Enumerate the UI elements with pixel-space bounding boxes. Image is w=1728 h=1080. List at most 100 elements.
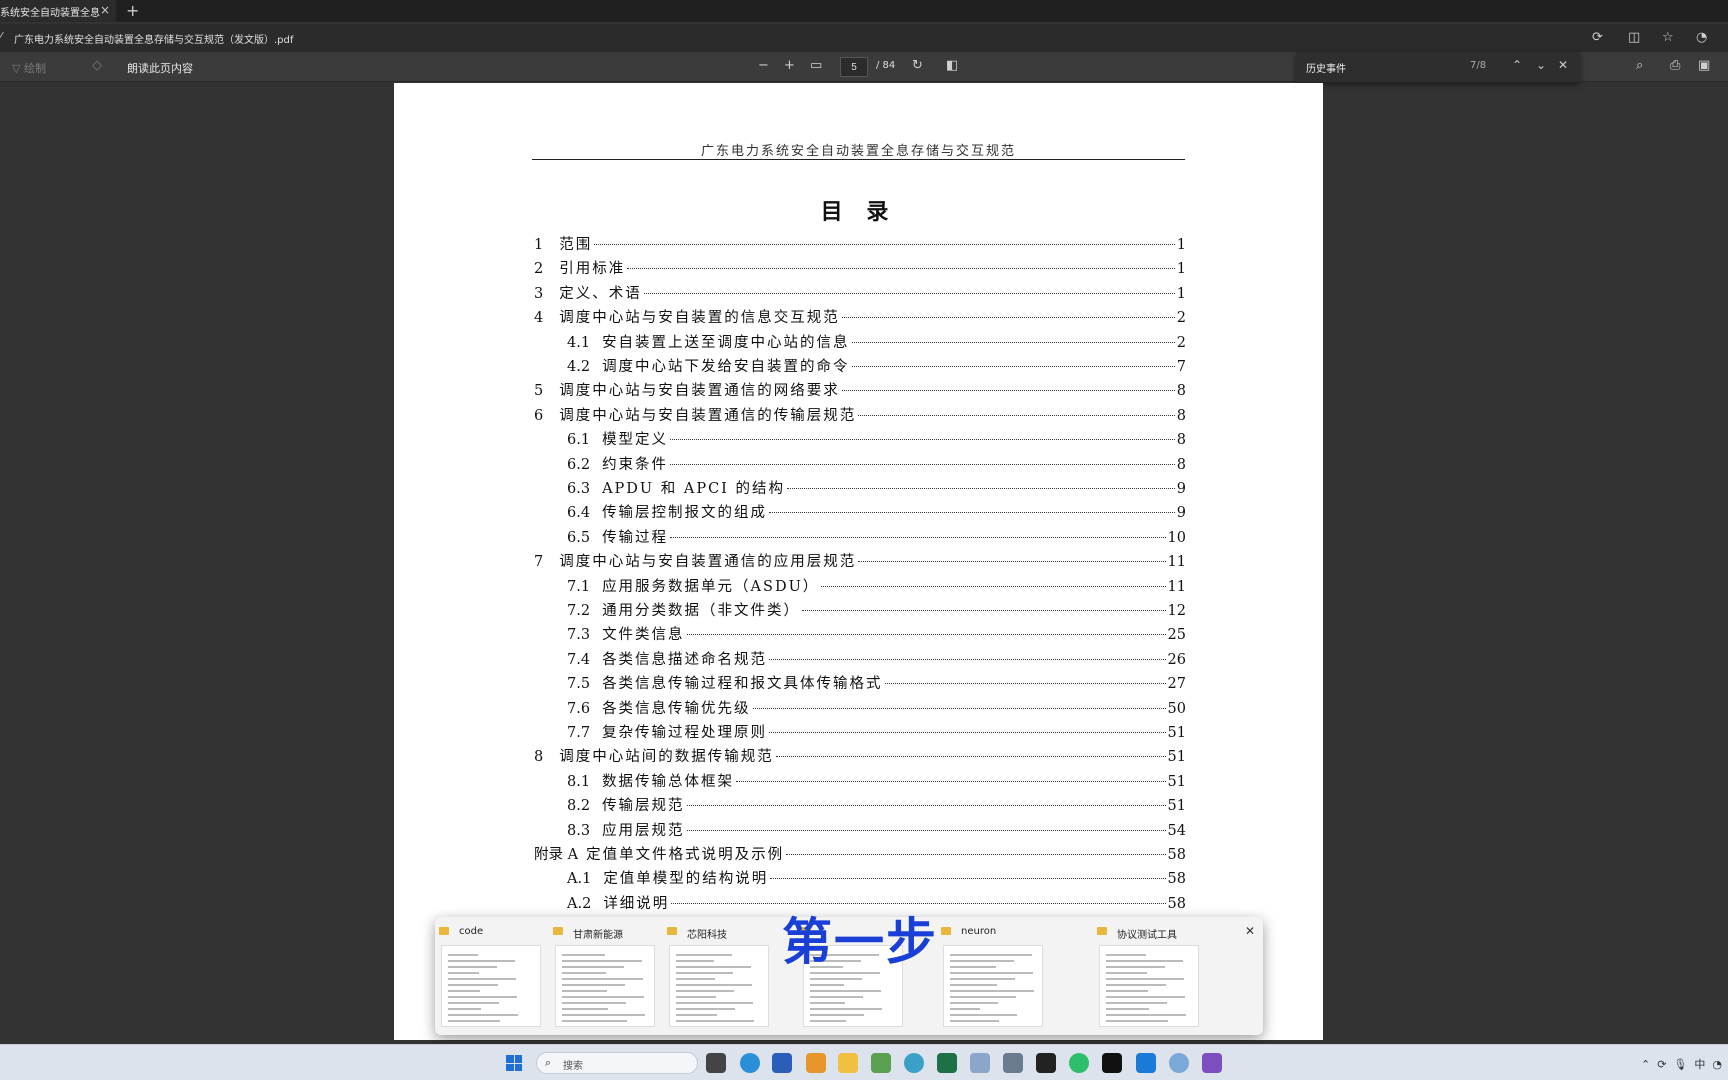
toc-leader-dots: [851, 366, 1175, 367]
window-preview[interactable]: code: [435, 917, 547, 1035]
toc-entry[interactable]: 7.4 各类信息描述命名规范 26: [567, 648, 1186, 670]
app-icon-green[interactable]: [871, 1053, 891, 1073]
toc-leader-dots: [841, 317, 1175, 319]
address-text[interactable]: 广东电力系统安全自动装置全息存储与交互规范（发文版）.pdf: [14, 31, 293, 46]
browser-tab[interactable]: 系统安全自动装置全息存 ×: [0, 0, 116, 22]
tab-close-icon[interactable]: ×: [100, 3, 110, 17]
toc-entry-title: 传输层规范: [602, 798, 685, 815]
task-view-icon[interactable]: [706, 1053, 726, 1073]
windows-taskbar: ⌕ 搜索 ⌃ ⟳ 🎙 中 ◔: [0, 1044, 1728, 1080]
terminal-icon[interactable]: [1036, 1053, 1056, 1073]
address-bar[interactable]: ⁄ 广东电力系统安全自动装置全息存储与交互规范（发文版）.pdf ⟳ ◫ ☆ ◔: [0, 24, 1728, 52]
taskbar-search[interactable]: ⌕ 搜索: [536, 1052, 698, 1074]
toc-entry-number: 6.2: [567, 456, 591, 473]
toc-entry-number: A.2: [567, 895, 592, 912]
toc-entry[interactable]: 7.6 各类信息传输优先级 50: [567, 697, 1186, 719]
new-tab-button[interactable]: +: [126, 1, 139, 20]
window-preview[interactable]: 协议测试工具: [1093, 917, 1205, 1035]
toc-entry[interactable]: 6.3 APDU 和 APCI 的结构 9: [567, 477, 1186, 499]
toc-entry-page: 9: [1176, 505, 1186, 522]
calculator-icon[interactable]: [1003, 1053, 1023, 1073]
profile-icon[interactable]: ◔: [1696, 30, 1707, 45]
print-icon[interactable]: ⎙: [1670, 58, 1680, 73]
draw-button[interactable]: ▽ 绘制: [12, 60, 46, 76]
toc-entry-title: 调度中心站与安自装置通信的网络要求: [559, 383, 840, 400]
find-input[interactable]: 历史事件: [1306, 60, 1346, 75]
toc-entry[interactable]: 4.1 安自装置上送至调度中心站的信息 2: [567, 331, 1186, 353]
toc-entry-page: 8: [1176, 456, 1186, 473]
toc-entry[interactable]: 7 调度中心站与安自装置通信的应用层规范 11: [534, 550, 1186, 572]
toc-entry[interactable]: 7.7 复杂传输过程处理原则 51: [567, 721, 1186, 743]
video-app-icon[interactable]: [1202, 1053, 1222, 1073]
toc-entry-page: 27: [1167, 676, 1186, 693]
window-preview[interactable]: 甘肃新能源: [549, 917, 661, 1035]
window-preview-image: [1099, 945, 1199, 1027]
system-tray[interactable]: ⌃ ⟳ 🎙 中 ◔: [1641, 1056, 1722, 1072]
network-app-icon[interactable]: [1169, 1053, 1189, 1073]
toc-entry-page: 58: [1167, 871, 1186, 888]
toc-entry[interactable]: 7.3 文件类信息 25: [567, 623, 1186, 645]
toc-entry[interactable]: 附录 A 定值单文件格式说明及示例 58: [534, 843, 1186, 865]
xmind-icon[interactable]: [1069, 1053, 1089, 1073]
toc-entry[interactable]: 1 范围 1: [534, 233, 1186, 255]
toc-entry[interactable]: 4.2 调度中心站下发给安自装置的命令 7: [567, 355, 1186, 377]
rotate-icon[interactable]: ↻: [912, 58, 923, 73]
toc-entry[interactable]: 7.2 通用分类数据（非文件类） 12: [567, 599, 1186, 621]
toc-entry-number: 6.5: [567, 529, 591, 546]
refresh-icon[interactable]: ⟳: [1592, 30, 1603, 45]
toc-entry-page: 1: [1176, 285, 1186, 302]
toc-entry[interactable]: 6.5 传输过程 10: [567, 526, 1186, 548]
search-icon[interactable]: ⌕: [1636, 58, 1643, 73]
toc-entry[interactable]: 6.1 模型定义 8: [567, 428, 1186, 450]
toc-entry[interactable]: 8 调度中心站间的数据传输规范 51: [534, 745, 1186, 767]
toc-entry[interactable]: A.1 定值单模型的结构说明 58: [567, 867, 1186, 889]
page-number-input[interactable]: [840, 57, 868, 77]
toc-entry[interactable]: 8.3 应用层规范 54: [567, 819, 1186, 841]
toc-entry[interactable]: 7.5 各类信息传输过程和报文具体传输格式 27: [567, 672, 1186, 694]
close-preview-icon[interactable]: ✕: [1245, 924, 1255, 938]
toc-entry[interactable]: 2 引用标准 1: [534, 257, 1186, 279]
toc-leader-dots: [736, 780, 1166, 782]
edge-icon[interactable]: [740, 1053, 760, 1073]
word-icon[interactable]: [772, 1053, 792, 1073]
folder-icon: [941, 927, 951, 935]
toc-entry[interactable]: 5 调度中心站与安自装置通信的网络要求 8: [534, 379, 1186, 401]
favorites-icon[interactable]: ☆: [1662, 30, 1674, 45]
info-icon[interactable]: ⁄: [0, 30, 2, 43]
window-preview[interactable]: 芯阳科技: [663, 917, 775, 1035]
toc-entry[interactable]: 7.1 应用服务数据单元（ASDU） 11: [567, 575, 1186, 597]
toc-entry[interactable]: 4 调度中心站与安自装置的信息交互规范 2: [534, 306, 1186, 328]
toc-entry[interactable]: 6.2 约束条件 8: [567, 453, 1186, 475]
window-preview[interactable]: neuron: [937, 917, 1049, 1035]
chrome-icon[interactable]: [904, 1053, 924, 1073]
app-icon-blue[interactable]: [1136, 1053, 1156, 1073]
toc-leader-dots: [670, 536, 1166, 538]
eraser-icon[interactable]: ◇: [92, 58, 102, 73]
start-button[interactable]: [506, 1055, 522, 1071]
read-aloud-button[interactable]: 朗读此页内容: [127, 60, 193, 76]
zoom-in-icon[interactable]: +: [784, 58, 795, 73]
excel-icon[interactable]: [937, 1053, 957, 1073]
toc-entry[interactable]: 8.1 数据传输总体框架 51: [567, 770, 1186, 792]
save-icon[interactable]: ▣: [1698, 58, 1710, 73]
split-view-icon[interactable]: ◫: [1628, 30, 1640, 45]
fit-page-icon[interactable]: ▭: [810, 58, 822, 73]
app-icon-orange[interactable]: [806, 1053, 826, 1073]
toc-entry[interactable]: 6.4 传输层控制报文的组成 9: [567, 501, 1186, 523]
toc-entry[interactable]: 3 定义、术语 1: [534, 282, 1186, 304]
file-explorer-icon[interactable]: [838, 1053, 858, 1073]
ime-indicator[interactable]: 中: [1694, 1058, 1705, 1071]
zoom-out-icon[interactable]: −: [758, 58, 769, 73]
toc-entry[interactable]: 8.2 传输层规范 51: [567, 794, 1186, 816]
toc-entry-title: 调度中心站间的数据传输规范: [559, 749, 774, 766]
previous-match-icon[interactable]: ⌃: [1512, 58, 1522, 72]
toc-entry-page: 1: [1176, 261, 1186, 278]
capcut-icon[interactable]: [1102, 1053, 1122, 1073]
toc-entry[interactable]: 6 调度中心站与安自装置通信的传输层规范 8: [534, 404, 1186, 426]
page-view-icon[interactable]: ◧: [946, 58, 958, 73]
photos-icon[interactable]: [970, 1053, 990, 1073]
next-match-icon[interactable]: ⌄: [1536, 58, 1546, 72]
toc-entry-page: 7: [1176, 359, 1186, 375]
close-find-icon[interactable]: ✕: [1558, 58, 1568, 72]
toc-entry-number: 3: [534, 285, 544, 302]
